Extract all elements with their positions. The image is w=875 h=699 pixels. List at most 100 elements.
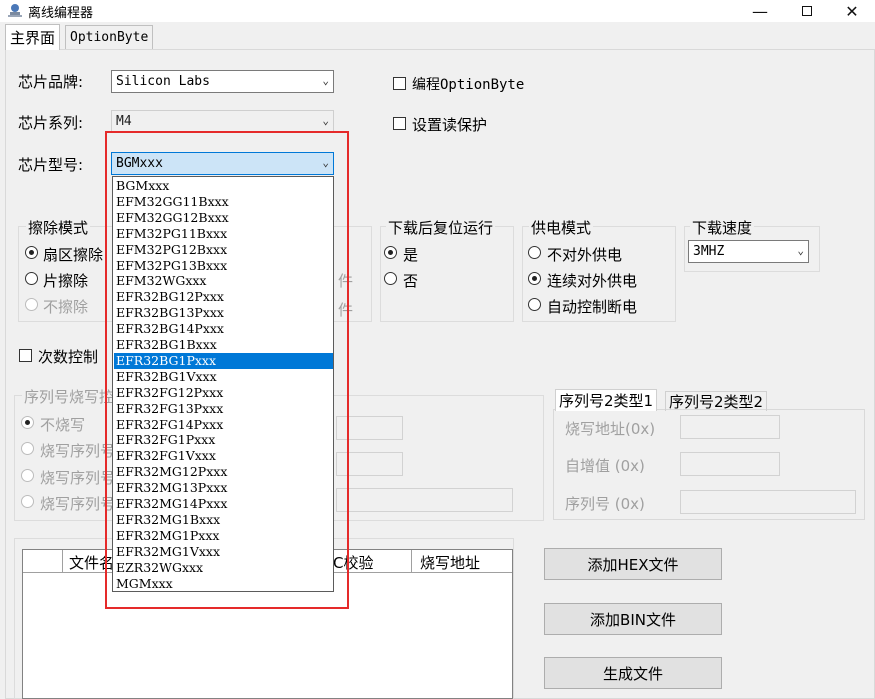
chip-model-value: BGMxxx bbox=[116, 156, 163, 171]
power-continuous-label: 连续对外供电 bbox=[547, 272, 638, 290]
chevron-down-icon: ⌄ bbox=[797, 244, 804, 257]
dropdown-option[interactable]: MGMxxx bbox=[114, 576, 333, 592]
serial-title: 序列号烧写控 bbox=[22, 386, 117, 407]
serial-burn2-label: 烧写序列号 bbox=[40, 469, 116, 487]
reset-no-radio[interactable] bbox=[384, 272, 397, 285]
chevron-down-icon: ⌄ bbox=[322, 114, 329, 127]
serial-no-burn-radio[interactable] bbox=[21, 416, 34, 429]
dropdown-option[interactable]: EFM32GG12Bxxx bbox=[114, 210, 333, 226]
reset-group bbox=[380, 226, 514, 322]
serial2-sn-field[interactable] bbox=[680, 490, 856, 514]
count-control-checkbox[interactable] bbox=[19, 349, 32, 362]
program-optionbyte-label: 编程OptionByte bbox=[412, 77, 525, 93]
power-continuous-radio[interactable] bbox=[528, 272, 541, 285]
serial-burn1-radio[interactable] bbox=[21, 442, 34, 455]
chip-model-dropdown[interactable]: BGMxxx EFM32GG11Bxxx EFM32GG12Bxxx EFM32PG1… bbox=[112, 176, 334, 592]
dropdown-option[interactable]: EFR32FG12Pxxx bbox=[114, 385, 333, 401]
reset-yes-label: 是 bbox=[403, 246, 419, 264]
erase-sector-radio[interactable] bbox=[25, 246, 38, 259]
dropdown-option[interactable]: EFR32BG14Pxxx bbox=[114, 321, 333, 337]
tab-main[interactable]: 主界面 bbox=[5, 24, 61, 50]
dropdown-option[interactable]: EFR32MG1Vxxx bbox=[114, 544, 333, 560]
add-bin-button[interactable]: 添加BIN文件 bbox=[544, 603, 722, 635]
serial-field-3[interactable] bbox=[336, 488, 513, 512]
dropdown-option[interactable]: EFM32GG11Bxxx bbox=[114, 194, 333, 210]
chip-series-value: M4 bbox=[116, 114, 132, 129]
dropdown-option[interactable]: EFR32MG1Pxxx bbox=[114, 528, 333, 544]
count-control-label: 次数控制 bbox=[38, 348, 99, 366]
partial-label-b: 件 bbox=[338, 301, 354, 319]
serial2-incr-label: 自增值 (0x) bbox=[565, 457, 645, 475]
speed-value: 3MHZ bbox=[693, 244, 725, 259]
chip-series-select[interactable]: M4 ⌄ bbox=[111, 110, 334, 133]
serial-field-2[interactable] bbox=[336, 452, 403, 476]
dropdown-option[interactable]: EFM32WGxxx bbox=[114, 273, 333, 289]
erase-sector-label: 扇区擦除 bbox=[43, 246, 104, 264]
dropdown-option[interactable]: EFR32FG1Vxxx bbox=[114, 448, 333, 464]
dropdown-option[interactable]: EFR32BG1Pxxx bbox=[114, 352, 333, 369]
erase-none-radio[interactable] bbox=[25, 298, 38, 311]
tab-serial2-type2[interactable]: 序列号2类型2 bbox=[665, 391, 768, 411]
dropdown-option[interactable]: EFR32BG1Bxxx bbox=[114, 337, 333, 353]
dropdown-option[interactable]: EFR32BG13Pxxx bbox=[114, 305, 333, 321]
power-auto-label: 自动控制断电 bbox=[547, 298, 638, 316]
app-icon bbox=[8, 4, 22, 17]
dropdown-option[interactable]: EFM32PG12Bxxx bbox=[114, 242, 333, 258]
dropdown-option[interactable]: EFM32PG11Bxxx bbox=[114, 226, 333, 242]
dropdown-option[interactable]: EFR32FG13Pxxx bbox=[114, 401, 333, 417]
dropdown-option[interactable]: EFR32BG1Vxxx bbox=[114, 369, 333, 385]
chip-model-label: 芯片型号: bbox=[18, 156, 84, 174]
chip-series-label: 芯片系列: bbox=[18, 114, 84, 132]
dropdown-option[interactable]: EZR32WGxxx bbox=[114, 560, 333, 576]
dropdown-option[interactable]: EFR32FG1Pxxx bbox=[114, 432, 333, 448]
serial-no-burn-label: 不烧写 bbox=[40, 416, 86, 434]
chip-brand-label: 芯片品牌: bbox=[18, 73, 84, 91]
serial2-addr-field[interactable] bbox=[680, 415, 780, 439]
serial2-sn-label: 序列号 (0x) bbox=[565, 495, 645, 513]
reset-yes-radio[interactable] bbox=[384, 246, 397, 259]
serial2-addr-label: 烧写地址(0x) bbox=[565, 420, 656, 438]
chip-brand-value: Silicon Labs bbox=[116, 74, 210, 89]
add-hex-button[interactable]: 添加HEX文件 bbox=[544, 548, 722, 580]
speed-title: 下载速度 bbox=[690, 217, 755, 238]
minimize-button[interactable]: — bbox=[737, 0, 783, 22]
dropdown-option[interactable]: EFR32BG12Pxxx bbox=[114, 289, 333, 305]
tab-serial2-type1[interactable]: 序列号2类型1 bbox=[555, 389, 658, 411]
erase-none-label: 不擦除 bbox=[43, 298, 89, 316]
power-auto-radio[interactable] bbox=[528, 298, 541, 311]
chip-model-select[interactable]: BGMxxx ⌄ bbox=[111, 152, 334, 175]
serial-field-1[interactable] bbox=[336, 416, 403, 440]
serial2-incr-field[interactable] bbox=[680, 452, 780, 476]
power-off-label: 不对外供电 bbox=[547, 246, 623, 264]
dropdown-option[interactable]: EFR32MG14Pxxx bbox=[114, 496, 333, 512]
serial-burn3-label: 烧写序列号 bbox=[40, 495, 116, 513]
close-button[interactable]: ✕ bbox=[829, 0, 875, 22]
col-file-name[interactable]: 文件名 bbox=[69, 552, 114, 573]
dropdown-option[interactable]: EFR32FG14Pxxx bbox=[114, 417, 333, 433]
dropdown-option[interactable]: BGMxxx bbox=[114, 178, 333, 194]
serial-burn1-label: 烧写序列号 bbox=[40, 442, 116, 460]
speed-select[interactable]: 3MHZ ⌄ bbox=[688, 240, 809, 263]
reset-title: 下载后复位运行 bbox=[386, 217, 496, 238]
title-bar: 离线编程器 — ✕ bbox=[0, 0, 875, 22]
erase-chip-label: 片擦除 bbox=[43, 272, 89, 290]
dropdown-option[interactable]: EFM32PG13Bxxx bbox=[114, 258, 333, 274]
erase-chip-radio[interactable] bbox=[25, 272, 38, 285]
dropdown-option[interactable]: EFR32MG1Bxxx bbox=[114, 512, 333, 528]
dropdown-option[interactable]: EFR32MG12Pxxx bbox=[114, 464, 333, 480]
col-burn-addr[interactable]: 烧写地址 bbox=[420, 552, 480, 573]
read-protect-checkbox[interactable] bbox=[393, 117, 406, 130]
program-optionbyte-checkbox[interactable] bbox=[393, 77, 406, 90]
chevron-down-icon: ⌄ bbox=[322, 74, 329, 87]
serial-burn2-radio[interactable] bbox=[21, 469, 34, 482]
chevron-down-icon: ⌄ bbox=[322, 156, 329, 169]
tab-optionbyte[interactable]: OptionByte bbox=[65, 25, 154, 49]
dropdown-option[interactable]: EFR32MG13Pxxx bbox=[114, 480, 333, 496]
partial-label-a: 件 bbox=[338, 272, 354, 290]
chip-brand-select[interactable]: Silicon Labs ⌄ bbox=[111, 70, 334, 93]
maximize-button[interactable] bbox=[784, 0, 830, 22]
col-crc[interactable]: C校验 bbox=[333, 552, 373, 573]
generate-button[interactable]: 生成文件 bbox=[544, 657, 722, 689]
serial-burn3-radio[interactable] bbox=[21, 495, 34, 508]
power-off-radio[interactable] bbox=[528, 246, 541, 259]
